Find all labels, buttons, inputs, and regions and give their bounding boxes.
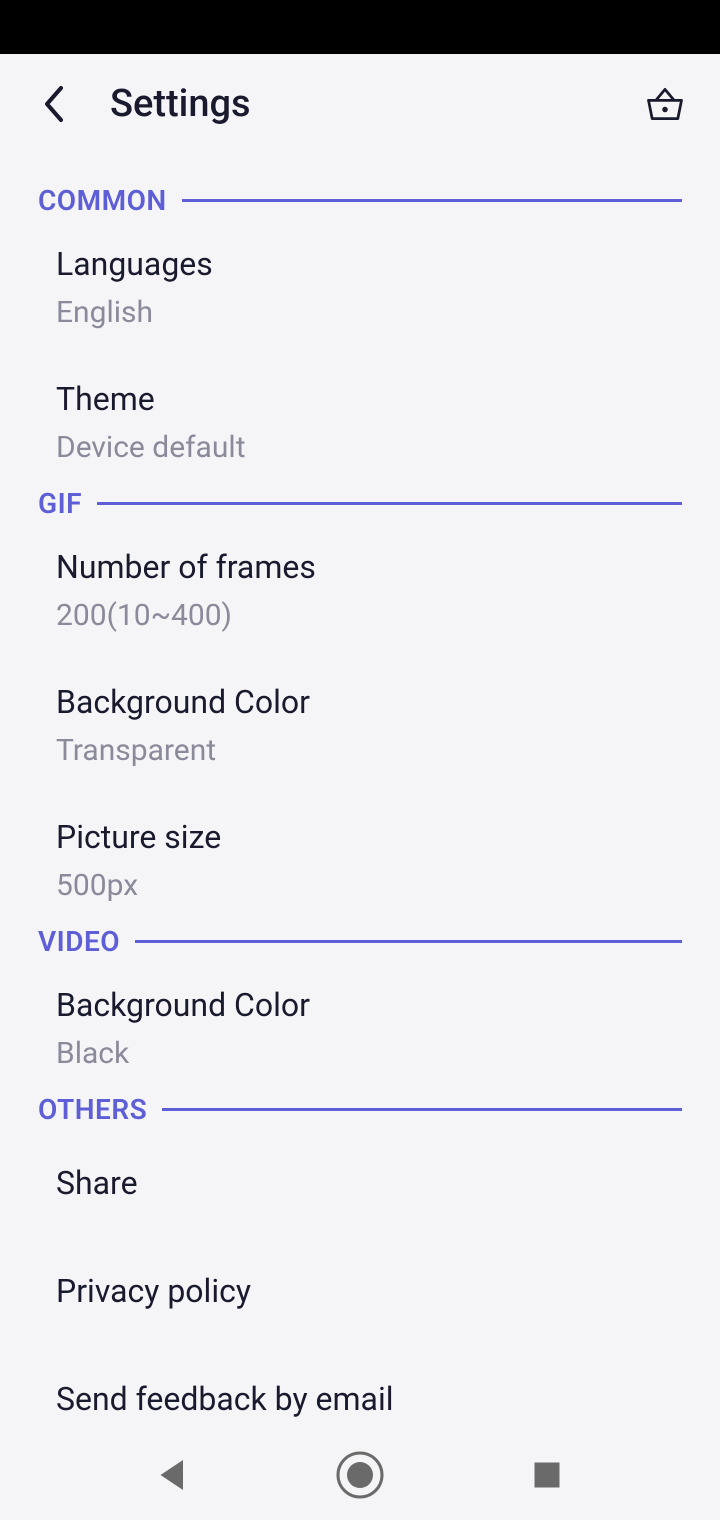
setting-title: Background Color xyxy=(56,986,664,1024)
settings-content: COMMON Languages English Theme Device de… xyxy=(0,154,720,1430)
chevron-left-icon xyxy=(43,84,67,124)
setting-value: English xyxy=(56,295,664,330)
setting-picture-size[interactable]: Picture size 500px xyxy=(38,790,682,925)
section-header-common: COMMON xyxy=(38,184,682,217)
section-label: GIF xyxy=(38,487,82,520)
setting-value: Black xyxy=(56,1036,664,1071)
navigation-bar xyxy=(0,1430,720,1520)
back-button[interactable] xyxy=(30,79,80,129)
nav-home-button[interactable] xyxy=(335,1450,385,1500)
triangle-left-icon xyxy=(148,1450,198,1500)
basket-button[interactable] xyxy=(640,79,690,129)
setting-value: 200(10~400) xyxy=(56,598,664,633)
setting-title: Send feedback by email xyxy=(56,1370,664,1428)
page-title: Settings xyxy=(110,82,640,126)
setting-value: Device default xyxy=(56,430,664,465)
section-divider xyxy=(182,199,682,202)
app-bar: Settings xyxy=(0,54,720,154)
setting-title: Background Color xyxy=(56,683,664,721)
section-label: COMMON xyxy=(38,184,167,217)
section-header-gif: GIF xyxy=(38,487,682,520)
section-label: OTHERS xyxy=(38,1093,147,1126)
setting-gif-bgcolor[interactable]: Background Color Transparent xyxy=(38,655,682,790)
setting-theme[interactable]: Theme Device default xyxy=(38,352,682,487)
section-divider xyxy=(97,502,682,505)
nav-back-button[interactable] xyxy=(148,1450,198,1500)
square-icon xyxy=(522,1450,572,1500)
setting-title: Theme xyxy=(56,380,664,418)
setting-send-feedback[interactable]: Send feedback by email xyxy=(38,1342,682,1430)
circle-icon xyxy=(335,1450,385,1500)
basket-icon xyxy=(643,82,687,126)
setting-video-bgcolor[interactable]: Background Color Black xyxy=(38,958,682,1093)
setting-title: Languages xyxy=(56,245,664,283)
section-divider xyxy=(135,940,682,943)
section-header-others: OTHERS xyxy=(38,1093,682,1126)
setting-title: Picture size xyxy=(56,818,664,856)
section-header-video: VIDEO xyxy=(38,925,682,958)
setting-value: Transparent xyxy=(56,733,664,768)
setting-share[interactable]: Share xyxy=(38,1126,682,1234)
setting-title: Share xyxy=(56,1154,664,1212)
setting-title: Number of frames xyxy=(56,548,664,586)
section-divider xyxy=(162,1108,682,1111)
setting-languages[interactable]: Languages English xyxy=(38,217,682,352)
nav-recent-button[interactable] xyxy=(522,1450,572,1500)
setting-value: 500px xyxy=(56,868,664,903)
section-label: VIDEO xyxy=(38,925,120,958)
status-bar xyxy=(0,0,720,54)
setting-title: Privacy policy xyxy=(56,1262,664,1320)
setting-frames[interactable]: Number of frames 200(10~400) xyxy=(38,520,682,655)
setting-privacy-policy[interactable]: Privacy policy xyxy=(38,1234,682,1342)
